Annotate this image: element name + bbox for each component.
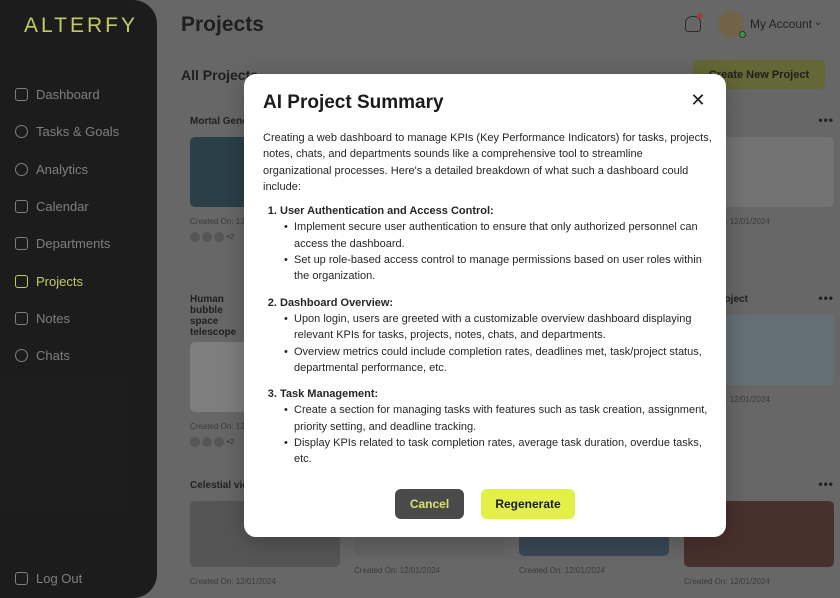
cancel-button[interactable]: Cancel bbox=[395, 489, 464, 519]
bullet-item: Create a section for managing tasks with… bbox=[284, 402, 713, 435]
bullet-item: Implement secure user authentication to … bbox=[284, 219, 713, 252]
section-heading: User Authentication and Access Control: bbox=[280, 205, 494, 218]
modal-title: AI Project Summary bbox=[263, 92, 444, 113]
bullet-item: Overview metrics could include completio… bbox=[284, 344, 713, 377]
modal-intro: Creating a web dashboard to manage KPIs … bbox=[263, 132, 712, 193]
section-bullets: Create a section for managing tasks with… bbox=[284, 402, 713, 468]
summary-section: User Authentication and Access Control: … bbox=[280, 203, 713, 284]
bullet-item: Set up role-based access control to mana… bbox=[284, 252, 713, 285]
section-bullets: Implement secure user authentication to … bbox=[284, 219, 713, 285]
summary-sections: User Authentication and Access Control: … bbox=[280, 203, 713, 467]
summary-section: Task Management: Create a section for ma… bbox=[280, 386, 713, 467]
close-icon[interactable]: ✕ bbox=[688, 90, 708, 110]
section-heading: Dashboard Overview: bbox=[280, 296, 394, 309]
section-heading: Task Management: bbox=[280, 388, 379, 401]
regenerate-button[interactable]: Regenerate bbox=[481, 489, 575, 519]
ai-summary-modal: AI Project Summary ✕ Creating a web dash… bbox=[244, 74, 726, 537]
summary-section: Dashboard Overview: Upon login, users ar… bbox=[280, 295, 713, 376]
modal-body: Creating a web dashboard to manage KPIs … bbox=[263, 130, 713, 478]
section-bullets: Upon login, users are greeted with a cus… bbox=[284, 311, 713, 377]
bullet-item: Upon login, users are greeted with a cus… bbox=[284, 311, 713, 344]
bullet-item: Display KPIs related to task completion … bbox=[284, 435, 713, 468]
